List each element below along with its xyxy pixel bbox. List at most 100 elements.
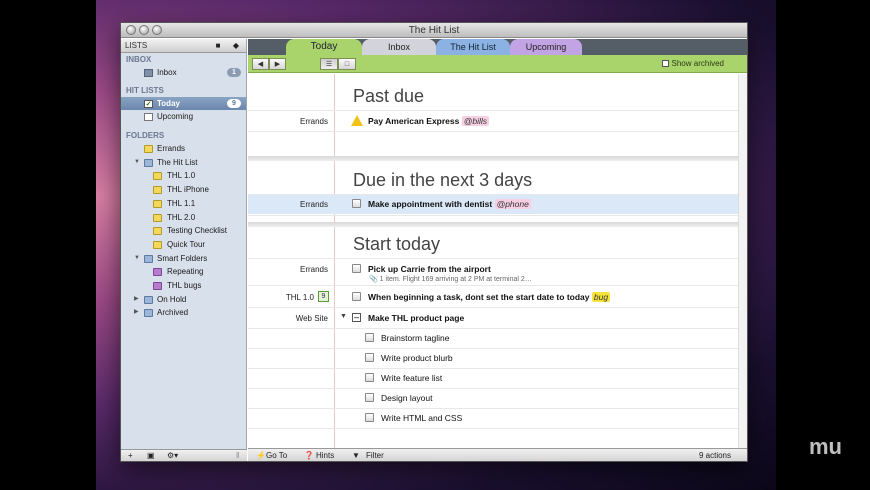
disclosure-open-icon[interactable]: ▼: [134, 252, 140, 266]
show-archived-checkbox[interactable]: [661, 60, 669, 67]
disclosure-open-icon[interactable]: ▼: [340, 313, 347, 320]
task-title[interactable]: Pay American Express @bills: [368, 116, 490, 126]
task-row[interactable]: Errands Pick up Carrie from the airport …: [248, 260, 738, 284]
sidebar-item-smart-folders[interactable]: ▼ Smart Folders: [121, 252, 246, 266]
task-checkbox[interactable]: [352, 292, 361, 301]
task-title[interactable]: Write HTML and CSS: [381, 413, 462, 423]
subtask-row[interactable]: Write product blurb: [248, 349, 738, 368]
list-icon: [153, 172, 162, 181]
section-gap: [248, 156, 738, 161]
sidebar-item-upcoming[interactable]: Upcoming: [121, 110, 246, 124]
task-checkbox[interactable]: [365, 413, 374, 422]
task-title[interactable]: When beginning a task, dont set the star…: [368, 292, 611, 302]
folder-icon: [144, 254, 153, 263]
hints-button[interactable]: Hints: [316, 451, 334, 460]
tab-inbox[interactable]: Inbox: [362, 39, 436, 55]
sidebar-item-label: Upcoming: [157, 112, 194, 122]
disclosure-closed-icon[interactable]: ▶: [134, 306, 139, 320]
title-bar[interactable]: The Hit List: [121, 23, 747, 38]
back-button[interactable]: ◀: [252, 58, 269, 70]
vertical-scrollbar[interactable]: [738, 74, 747, 448]
sidebar-item-quick-tour[interactable]: Quick Tour: [121, 238, 246, 252]
task-title-text: Pay American Express: [368, 116, 460, 126]
task-row[interactable]: Web Site ▼ – Make THL product page: [248, 309, 738, 328]
tab-today[interactable]: Today: [286, 39, 362, 55]
list-icon: [153, 240, 162, 249]
task-checkbox[interactable]: [352, 264, 361, 273]
subtask-row[interactable]: Design layout: [248, 389, 738, 408]
task-checkbox[interactable]: [365, 353, 374, 362]
task-title[interactable]: Pick up Carrie from the airport: [368, 264, 491, 274]
toolbar: ◀ ▶ ☰ □ Show archived: [248, 55, 747, 73]
task-row[interactable]: THL 1.0 9 When beginning a task, dont se…: [248, 288, 738, 307]
task-title-text: Make appointment with dentist: [368, 199, 493, 209]
sidebar-item-testing-checklist[interactable]: Testing Checklist: [121, 224, 246, 238]
status-bar: ⚡ Go To ❓ Hints ▼ Filter 9 actions: [248, 448, 747, 461]
task-checkbox[interactable]: [365, 373, 374, 382]
task-checkbox[interactable]: [352, 199, 361, 208]
sidebar-item-thl-bugs[interactable]: THL bugs: [121, 279, 246, 293]
inbox-icon: [144, 69, 153, 77]
outline-view-button[interactable]: ☰: [320, 58, 338, 70]
new-folder-icon[interactable]: ▣: [147, 451, 155, 460]
task-row[interactable]: Errands Make appointment with dentist @p…: [248, 195, 738, 214]
task-tag[interactable]: @phone: [494, 199, 531, 209]
sidebar: LISTS ■ ◆ INBOX Inbox 1 HIT LISTS ✓ Toda…: [121, 39, 247, 461]
desktop-left-edge: [0, 0, 96, 490]
task-title[interactable]: Brainstorm tagline: [381, 333, 450, 343]
divider: [248, 258, 738, 259]
sidebar-item-errands[interactable]: Errands: [121, 142, 246, 156]
task-row[interactable]: Errands Pay American Express @bills: [248, 112, 738, 131]
gear-icon[interactable]: ⚙▾: [167, 451, 178, 460]
task-title[interactable]: Make appointment with dentist @phone: [368, 199, 531, 209]
sidebar-item-thl-2-0[interactable]: THL 2.0: [121, 211, 246, 225]
divider: [248, 215, 738, 216]
subtask-row[interactable]: Write HTML and CSS: [248, 409, 738, 428]
sidebar-item-the-hit-list[interactable]: ▼ The Hit List: [121, 156, 246, 170]
action-count: 9 actions: [698, 451, 731, 460]
tab-upcoming[interactable]: Upcoming: [510, 39, 582, 55]
disclosure-open-icon[interactable]: ▼: [134, 156, 140, 170]
task-title[interactable]: Write feature list: [381, 373, 442, 383]
task-checkbox[interactable]: [365, 333, 374, 342]
minimize-window-button[interactable]: [139, 25, 149, 35]
task-count-badge: 9: [318, 291, 329, 302]
close-window-button[interactable]: [126, 25, 136, 35]
forward-button[interactable]: ▶: [269, 58, 286, 70]
sidebar-item-repeating[interactable]: Repeating: [121, 265, 246, 279]
subtask-row[interactable]: Write feature list: [248, 369, 738, 388]
single-view-button[interactable]: □: [338, 58, 356, 70]
subtask-row[interactable]: Brainstorm tagline: [248, 329, 738, 348]
sidebar-item-archived[interactable]: ▶ Archived: [121, 306, 246, 320]
partial-checkbox[interactable]: –: [352, 313, 361, 322]
task-title[interactable]: Design layout: [381, 393, 433, 403]
show-archived-toggle[interactable]: Show archived: [661, 59, 724, 68]
go-to-button[interactable]: Go To: [266, 451, 287, 460]
filter-button[interactable]: Filter: [366, 451, 384, 460]
tab-bar: Today Inbox The Hit List Upcoming: [248, 39, 747, 55]
smart-folder-icon: [153, 268, 162, 277]
task-tag[interactable]: bug: [591, 292, 611, 302]
sidebar-item-label: Inbox: [157, 68, 177, 77]
section-hit-lists: HIT LISTS: [126, 85, 164, 95]
sidebar-item-today[interactable]: ✓ Today 9: [121, 96, 246, 111]
disclosure-closed-icon[interactable]: ▶: [134, 293, 139, 307]
task-checkbox[interactable]: [365, 393, 374, 402]
task-title[interactable]: Write product blurb: [381, 353, 453, 363]
sidebar-item-on-hold[interactable]: ▶ On Hold: [121, 293, 246, 307]
zoom-window-button[interactable]: [152, 25, 162, 35]
sidebar-item-thl-iphone[interactable]: THL iPhone: [121, 183, 246, 197]
resize-handle-icon[interactable]: ‖: [236, 451, 239, 460]
sidebar-item-label: THL 1.0: [167, 171, 196, 181]
today-check-icon: ✓: [144, 99, 153, 108]
tab-the-hit-list[interactable]: The Hit List: [436, 39, 510, 55]
sidebar-item-thl-1-1[interactable]: THL 1.1: [121, 197, 246, 211]
paperclip-icon: 📎: [369, 276, 378, 283]
tag-icon[interactable]: ◆: [229, 40, 243, 51]
task-tag[interactable]: @bills: [461, 116, 490, 126]
task-title[interactable]: Make THL product page: [368, 313, 464, 323]
add-icon[interactable]: +: [128, 451, 133, 460]
folder-icon[interactable]: ■: [211, 40, 225, 51]
sidebar-item-inbox[interactable]: Inbox 1: [121, 66, 246, 80]
sidebar-item-thl-1-0[interactable]: THL 1.0: [121, 169, 246, 183]
